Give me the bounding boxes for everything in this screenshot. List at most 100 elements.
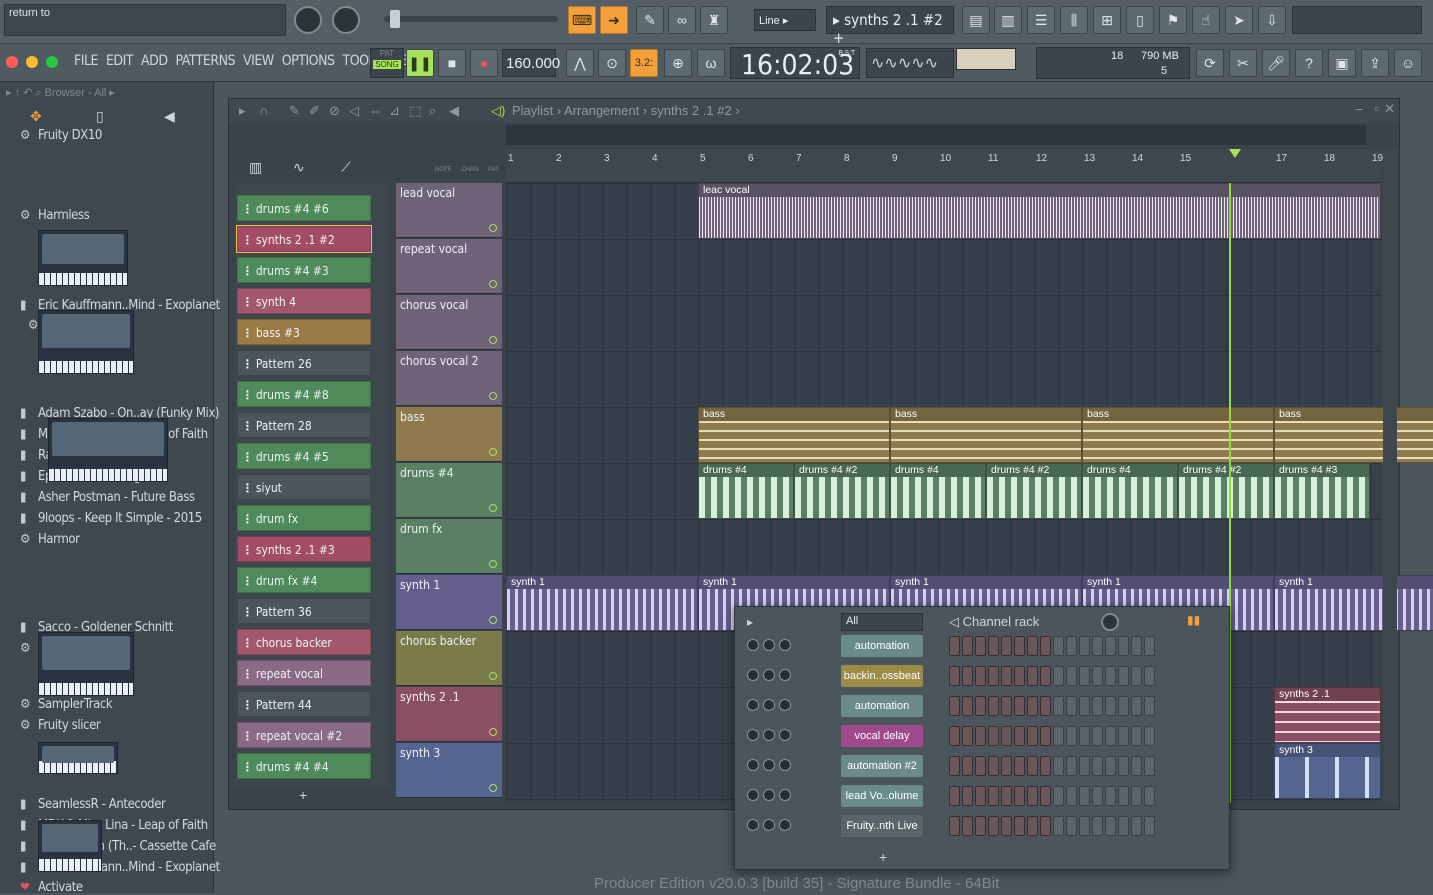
step-button[interactable] xyxy=(949,666,960,686)
step-button[interactable] xyxy=(1131,726,1142,746)
maximize-icon[interactable]: ▫ xyxy=(1374,101,1379,116)
arrow-right-icon[interactable]: ➜ xyxy=(600,6,628,34)
pause-button[interactable]: ❚❚ xyxy=(406,49,434,77)
mute-icon[interactable]: ◁ xyxy=(349,103,359,119)
step-button[interactable] xyxy=(1079,816,1090,836)
track-enable-led[interactable] xyxy=(489,336,497,344)
step-button[interactable] xyxy=(1014,726,1025,746)
step-sequencer[interactable] xyxy=(949,816,1157,839)
song-time-display[interactable]: 16:02:03 B:S:T xyxy=(730,47,860,81)
step-button[interactable] xyxy=(1027,756,1038,776)
step-button[interactable] xyxy=(1014,816,1025,836)
speaker-icon[interactable]: ◀ xyxy=(164,108,175,125)
pattern-item[interactable]: drums #4 #3 xyxy=(237,257,371,283)
step-button[interactable] xyxy=(1092,726,1103,746)
step-button[interactable] xyxy=(975,786,986,806)
pattern-item[interactable]: repeat vocal #2 xyxy=(237,722,371,748)
step-button[interactable] xyxy=(949,636,960,656)
menu-options[interactable]: OPTIONS xyxy=(282,53,335,69)
menu-view[interactable]: VIEW xyxy=(243,53,274,69)
pattern-item[interactable]: drums #4 #5 xyxy=(237,443,371,469)
piano-roll-icon[interactable]: ▥ xyxy=(994,6,1022,34)
step-button[interactable] xyxy=(1053,636,1064,656)
menu-edit[interactable]: EDIT xyxy=(106,53,134,69)
step-button[interactable] xyxy=(1118,816,1129,836)
slip-icon[interactable]: ⇔ xyxy=(369,103,382,118)
pan-knob[interactable] xyxy=(763,639,775,651)
step-button[interactable] xyxy=(1001,696,1012,716)
step-button[interactable] xyxy=(1040,756,1051,776)
mute-led[interactable] xyxy=(747,669,759,681)
record-button[interactable]: ● xyxy=(470,49,498,77)
step-button[interactable] xyxy=(1105,666,1116,686)
playlist-clip[interactable]: bass xyxy=(1082,407,1274,463)
pan-knob[interactable] xyxy=(763,729,775,741)
step-button[interactable] xyxy=(1118,636,1129,656)
step-button[interactable] xyxy=(1079,726,1090,746)
step-sequencer[interactable] xyxy=(949,666,1157,689)
step-button[interactable] xyxy=(988,816,999,836)
channel-button[interactable]: vocal delay xyxy=(841,725,923,747)
track-enable-led[interactable] xyxy=(489,224,497,232)
swing-knob[interactable] xyxy=(1101,613,1119,631)
track-enable-led[interactable] xyxy=(489,392,497,400)
step-button[interactable] xyxy=(1066,726,1077,746)
add-channel-button[interactable]: + xyxy=(879,849,887,865)
step-button[interactable] xyxy=(962,636,973,656)
step-button[interactable] xyxy=(1014,666,1025,686)
step-button[interactable] xyxy=(975,756,986,776)
pattern-item[interactable]: drums #4 #6 xyxy=(237,195,371,221)
step-sequencer[interactable] xyxy=(949,786,1157,809)
step-button[interactable] xyxy=(988,666,999,686)
step-button[interactable] xyxy=(1027,726,1038,746)
step-button[interactable] xyxy=(975,726,986,746)
step-button[interactable] xyxy=(1092,696,1103,716)
help-icon[interactable]: ? xyxy=(1295,49,1323,77)
step-button[interactable] xyxy=(975,636,986,656)
step-button[interactable] xyxy=(1144,636,1155,656)
playlist-clip[interactable]: drums #4 xyxy=(698,463,794,519)
step-button[interactable] xyxy=(1066,696,1077,716)
tempo-display[interactable]: 160.000 xyxy=(502,49,560,77)
step-button[interactable] xyxy=(1131,816,1142,836)
step-button[interactable] xyxy=(1118,696,1129,716)
track-enable-led[interactable] xyxy=(489,448,497,456)
pattern-item[interactable]: repeat vocal xyxy=(237,660,371,686)
step-button[interactable] xyxy=(1092,636,1103,656)
pattern-item[interactable]: drums #4 #4 xyxy=(237,753,371,779)
pan-knob[interactable] xyxy=(763,699,775,711)
pan-knob[interactable] xyxy=(763,789,775,801)
step-button[interactable] xyxy=(962,726,973,746)
browser-item[interactable]: ▮ SeamlessR - Antecoder xyxy=(20,797,166,812)
main-pitch-knob[interactable] xyxy=(332,6,360,34)
step-button[interactable] xyxy=(1079,786,1090,806)
step-button[interactable] xyxy=(1027,696,1038,716)
pan-knob[interactable] xyxy=(763,669,775,681)
step-button[interactable] xyxy=(1014,636,1025,656)
pattern-item[interactable]: chorus backer xyxy=(237,629,371,655)
step-button[interactable] xyxy=(1105,816,1116,836)
snap-icon[interactable]: ✥ xyxy=(30,108,42,125)
magnet-icon[interactable]: ∩ xyxy=(259,103,268,118)
track-header[interactable]: drums #4 xyxy=(396,463,502,518)
browser-item[interactable]: ⚙ Harmless xyxy=(20,208,90,223)
step-button[interactable] xyxy=(962,696,973,716)
pattern-item[interactable]: drums #4 #8 xyxy=(237,381,371,407)
step-button[interactable] xyxy=(1014,786,1025,806)
step-button[interactable] xyxy=(1014,696,1025,716)
step-button[interactable] xyxy=(962,666,973,686)
slice-icon[interactable]: ⊿ xyxy=(389,103,400,119)
typing-keyboard-icon[interactable]: ⌨ xyxy=(568,6,596,34)
step-button[interactable] xyxy=(1144,756,1155,776)
step-button[interactable] xyxy=(1053,726,1064,746)
step-button[interactable] xyxy=(1027,816,1038,836)
breadcrumb-arrangement[interactable]: Arrangement xyxy=(564,103,639,118)
playlist-clip[interactable]: bass xyxy=(890,407,1082,463)
browser-item[interactable]: ▮ 9loops - Keep It Simple - 2015 xyxy=(20,511,202,526)
master-slider-handle[interactable] xyxy=(390,10,400,28)
export-icon[interactable]: ⇪ xyxy=(1361,49,1389,77)
step-button[interactable] xyxy=(1144,726,1155,746)
playlist-clip[interactable]: drums #4 #2 xyxy=(794,463,890,519)
step-button[interactable] xyxy=(1118,726,1129,746)
pattern-item[interactable]: Pattern 36 xyxy=(237,598,371,624)
